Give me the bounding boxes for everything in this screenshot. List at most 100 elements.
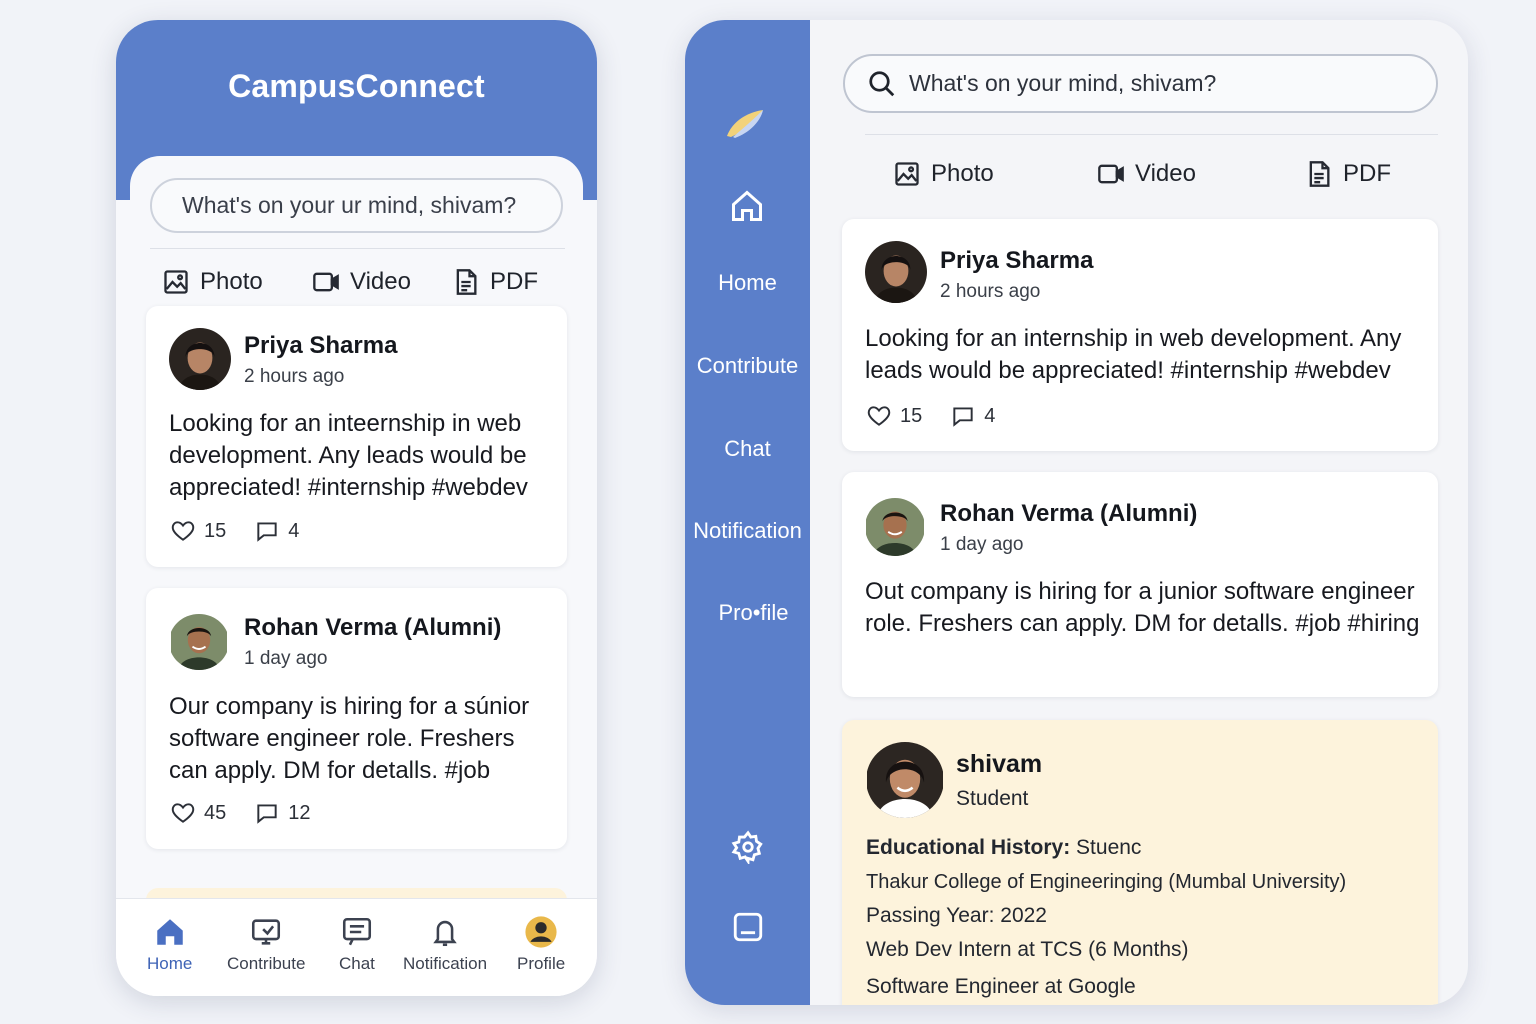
post-card[interactable]: Rohan Verma (Alumni) 1 day ago Out compa… [842, 472, 1438, 697]
nav-contribute[interactable]: Contribute [227, 915, 305, 974]
education-value: Stuenc [1076, 836, 1142, 859]
pdf-label: PDF [490, 268, 538, 295]
composer-actions: Photo Video PDF [162, 268, 562, 308]
author-name[interactable]: Priya Sharma [940, 247, 1093, 275]
like-button[interactable]: 15 [170, 518, 226, 544]
avatar-male-image [171, 614, 227, 670]
search-icon [869, 70, 895, 96]
profile-role: Student [956, 787, 1029, 810]
author-name[interactable]: Rohan Verma (Alumni) [940, 500, 1197, 528]
post-card[interactable]: Rohan Verma (Alumni) 1 day ago Our compa… [146, 588, 567, 849]
comment-count: 4 [288, 519, 300, 542]
experience-1-duration: (6 Months) [1088, 938, 1189, 961]
post-time: 2 hours ago [244, 366, 345, 387]
post-time: 1 day ago [244, 648, 328, 669]
app-title: CampusConnect [228, 68, 485, 104]
video-button[interactable]: Video [312, 268, 411, 296]
nav-chat[interactable]: Chat [339, 915, 375, 974]
settings-icon[interactable] [731, 830, 765, 864]
home-icon [156, 919, 183, 945]
mobile-feed: What's on your ur mind, shivam? Photo Vi… [130, 156, 583, 996]
education-history: Educational History: Stuenc [866, 836, 1141, 860]
post-stats: 45 12 [170, 800, 339, 826]
nav-home-label: Home [147, 954, 193, 973]
nav-contribute-label: Contribute [227, 954, 306, 973]
comment-button[interactable]: 4 [950, 403, 995, 429]
experience-2: Software Engineer at Google [866, 975, 1136, 998]
post-text: Looking for an inteernship in web develo… [169, 410, 528, 501]
sidebar-item-contribute[interactable]: Contribute [685, 353, 810, 379]
comment-icon [953, 407, 973, 427]
post-composer-input[interactable]: What's on your mind, shivam? [843, 54, 1438, 113]
video-button[interactable]: Video [1097, 160, 1196, 188]
post-composer-input[interactable]: What's on your ur mind, shivam? [150, 178, 563, 233]
divider [150, 248, 565, 249]
like-button[interactable]: 45 [170, 800, 226, 826]
pdf-button[interactable]: PDF [452, 268, 538, 296]
mobile-app: CampusConnect What's on your ur mind, sh… [116, 20, 597, 996]
chat-icon [342, 917, 371, 946]
avatar-female-image [169, 328, 231, 390]
author-avatar[interactable] [169, 614, 229, 670]
profile-name: shivam [956, 750, 1043, 778]
logo-icon [727, 110, 763, 138]
college: Thakur College of Engineeringing (Mumbal… [866, 871, 1347, 893]
avatar-female-image [867, 742, 943, 818]
divider [865, 134, 1438, 135]
composer-placeholder: What's on your mind, shivam? [909, 70, 1217, 96]
author-name[interactable]: Rohan Verma (Alumni) [244, 614, 501, 642]
bell-icon [433, 920, 457, 947]
nav-profile[interactable]: Profile [517, 915, 565, 974]
video-icon [1098, 164, 1124, 184]
author-avatar[interactable] [169, 328, 231, 390]
nav-notification-label: Notification [403, 954, 488, 973]
heart-icon [171, 521, 195, 541]
comment-button[interactable]: 4 [254, 518, 299, 544]
passing-year: Passing Year: 2022 [866, 904, 1047, 927]
window-icon[interactable] [731, 910, 765, 944]
sidebar-item-chat[interactable]: Chat [685, 436, 810, 462]
profile-avatar[interactable] [866, 742, 944, 818]
contribute-icon [252, 919, 281, 945]
pdf-icon [1309, 161, 1330, 187]
video-icon [313, 272, 339, 292]
pdf-icon [456, 269, 477, 295]
profile-card[interactable]: shivam Student Educational History: Stue… [842, 720, 1438, 1005]
like-count: 15 [900, 404, 923, 427]
like-count: 45 [204, 801, 227, 824]
post-text: Out company is hiring for a junior softw… [865, 578, 1420, 637]
photo-button[interactable]: Photo [893, 160, 994, 188]
home-icon[interactable] [729, 188, 765, 224]
video-label: Video [1135, 160, 1196, 187]
nav-chat-label: Chat [339, 954, 375, 973]
profile-avatar-icon [525, 916, 557, 948]
sidebar-item-home[interactable]: Home [685, 270, 810, 296]
post-card[interactable]: Priya Sharma 2 hours ago Looking for an … [146, 306, 567, 567]
heart-icon [171, 803, 195, 823]
education-label: Educational History: [866, 836, 1071, 859]
post-time: 2 hours ago [940, 281, 1041, 302]
author-avatar[interactable] [865, 498, 925, 556]
sidebar-item-profile[interactable]: Pro•file [691, 600, 816, 626]
photo-label: Photo [200, 268, 263, 295]
nav-profile-label: Profile [517, 954, 566, 973]
nav-notification[interactable]: Notification [403, 915, 487, 974]
composer-actions: Photo Video PDF [893, 160, 1413, 200]
author-avatar[interactable] [865, 241, 927, 303]
comment-button[interactable]: 12 [254, 800, 311, 826]
photo-icon [164, 270, 188, 294]
desktop-app: Home Contribute Chat Notification Pro•fi… [685, 20, 1468, 1005]
pdf-label: PDF [1343, 160, 1391, 187]
pdf-button[interactable]: PDF [1305, 160, 1391, 188]
comment-icon [257, 522, 277, 542]
author-name[interactable]: Priya Sharma [244, 332, 397, 360]
nav-home[interactable]: Home [147, 915, 192, 974]
sidebar-item-notification[interactable]: Notification [685, 518, 810, 544]
post-card[interactable]: Priya Sharma 2 hours ago Looking for an … [842, 219, 1438, 451]
avatar-male-image [866, 498, 924, 556]
post-text: Looking for an internship in web develop… [865, 325, 1402, 384]
post-time: 1 day ago [940, 534, 1024, 555]
like-button[interactable]: 15 [866, 403, 922, 429]
photo-button[interactable]: Photo [162, 268, 263, 296]
avatar-female-image [865, 241, 927, 303]
